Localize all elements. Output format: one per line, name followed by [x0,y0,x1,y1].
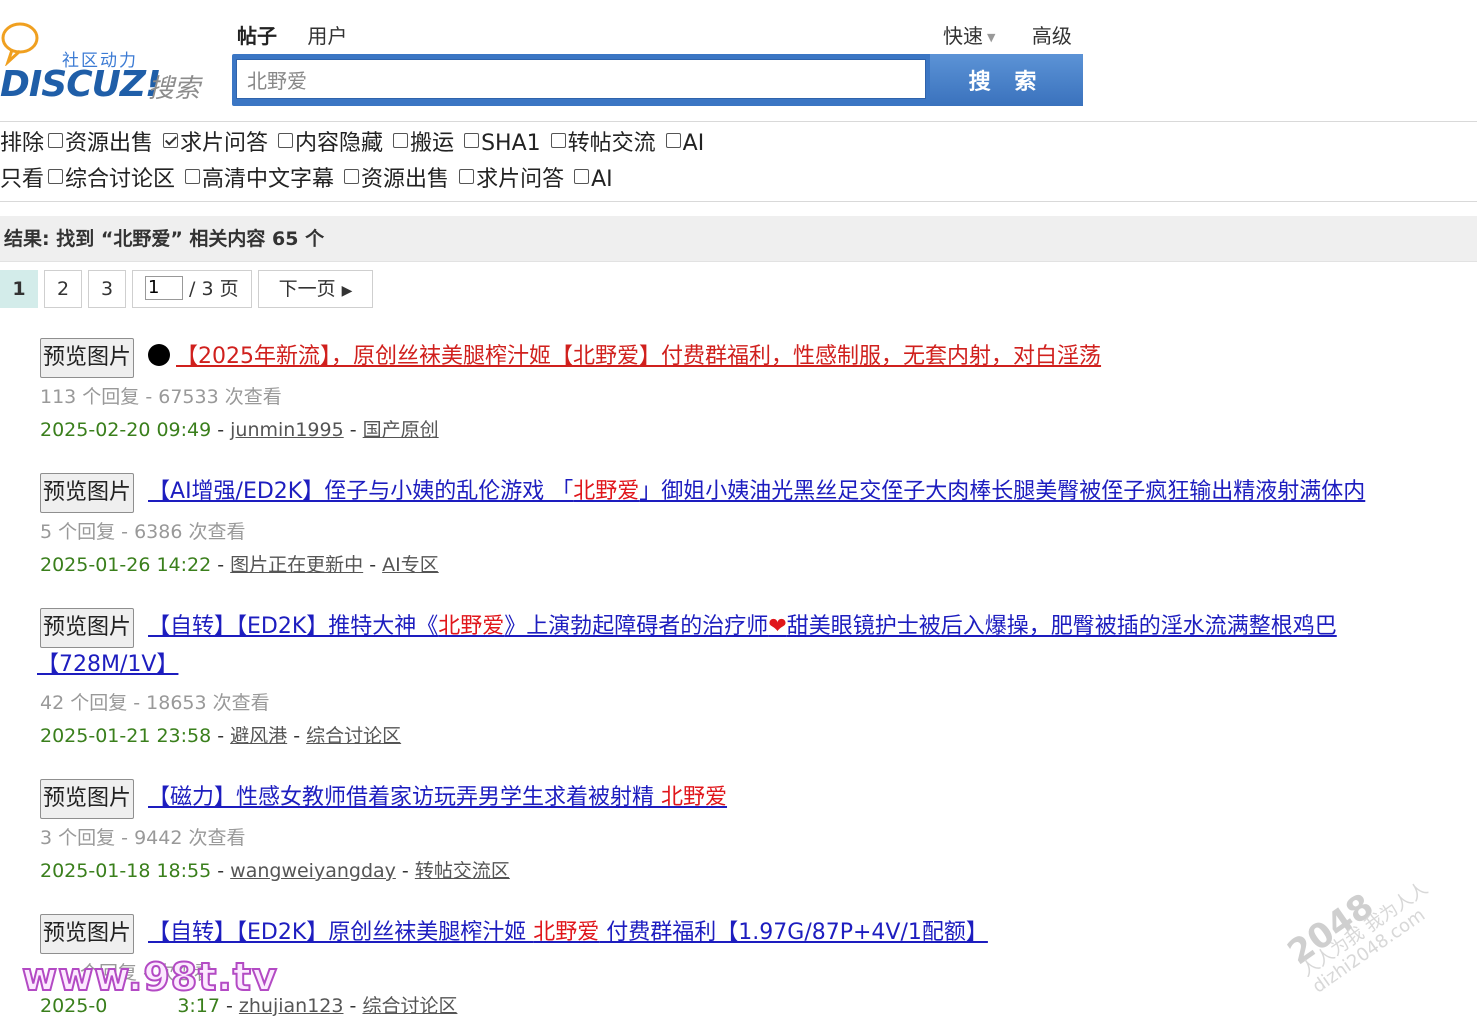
post-meta: 2025-01-21 23:58 - 避风港 - 综合讨论区 [40,725,402,747]
page-2-link[interactable]: 2 [44,270,82,308]
checkbox[interactable] [665,133,681,148]
chevron-down-icon: ▼ [987,31,996,44]
page-total: / 3 页 [189,278,239,300]
exclude-option[interactable]: 资源出售 [48,131,153,156]
logo-search-word: 搜索 [148,74,201,104]
post-date: 2025-01-21 23:58 [40,725,212,747]
result-title-link[interactable]: 【自转】【ED2K】推特大神《北野爱》上演勃起障碍者的治疗师❤甜美眼镜护士被后入… [148,614,1337,639]
only-option[interactable]: AI [574,167,613,192]
next-page-button[interactable]: 下一页 ▶ [258,270,373,308]
post-date: 2025-01-18 18:55 [40,860,212,882]
result-title-link-continued[interactable]: 【728M/1V】 [37,652,178,677]
preview-image-button[interactable]: 预览图片 [40,779,135,819]
only-option[interactable]: 综合讨论区 [48,167,175,192]
checkbox[interactable] [48,133,64,148]
forum-link[interactable]: 转帖交流区 [415,860,510,882]
logo-brand: DISCUZ! [0,64,161,105]
checkbox-checked[interactable] [163,133,179,148]
search-header: 社区动力 DISCUZ! 搜索 帖子 用户 快速 ▼ 高级 搜 索 [0,0,1477,122]
list-item: 预览图片 【2025年新流】，原创丝袜美腿榨汁姬【北野爱】付费群福利，性感制服，无… [40,338,1477,442]
checkbox[interactable] [574,169,590,184]
post-meta: 2025-01-18 18:55 - wangweiyangday - 转帖交流… [40,860,510,882]
author-link[interactable]: 避风港 [230,725,287,747]
search-input[interactable] [236,59,926,99]
list-item: 预览图片 【自转】【ED2K】推特大神《北野爱》上演勃起障碍者的治疗师❤甜美眼镜护… [37,608,1477,748]
only-option[interactable]: 求片问答 [459,167,564,192]
search-type-tabs: 帖子 用户 [237,20,371,49]
list-item: 预览图片 【AI增强/ED2K】侄子与小姨的乱伦游戏 「北野爱」御姐小姨油光黑丝足… [40,473,1477,577]
exclude-label: 排除 [0,131,45,156]
forum-link[interactable]: 国产原创 [363,419,439,441]
search-button[interactable]: 搜 索 [930,54,1083,106]
forum-link[interactable]: 综合讨论区 [362,995,457,1017]
post-date: 2025-02-20 09:49 [40,419,212,441]
forum-link[interactable]: AI专区 [382,554,439,576]
tab-users[interactable]: 用户 [307,20,347,49]
exclude-option[interactable]: 搬运 [393,131,454,156]
exclude-option[interactable]: 内容隐藏 [278,131,383,156]
exclude-option[interactable]: AI [665,131,704,156]
only-option[interactable]: 资源出售 [344,167,449,192]
exclude-filter-row: 排除 资源出售 求片问答 内容隐藏 搬运 SHA1 转帖交流 AI [0,126,1477,162]
author-link[interactable]: 图片正在更新中 [230,554,363,576]
black-dot-icon [148,344,171,366]
reply-view-stats: 42 个回复 - 18653 次查看 [40,692,270,714]
advanced-search-link[interactable]: 高级 [1032,24,1072,48]
result-summary: 结果: 找到 “北野爱” 相关内容 65 个 [0,216,1477,262]
list-item: 预览图片 【磁力】性感女教师借着家访玩弄男学生求着被射精 北野爱 3 个回复 - … [40,779,1477,883]
result-title-link[interactable]: 【磁力】性感女教师借着家访玩弄男学生求着被射精 北野爱 [148,785,727,810]
tab-posts[interactable]: 帖子 [237,20,277,49]
site-watermark: www.98t.tv [21,954,278,1000]
page-jump: / 3 页 [132,270,252,308]
checkbox[interactable] [278,133,294,148]
page-1-current[interactable]: 1 [0,270,38,308]
result-title-link[interactable]: 【AI增强/ED2K】侄子与小姨的乱伦游戏 「北野爱」御姐小姨油光黑丝足交侄子大… [148,479,1365,504]
filter-panel: 排除 资源出售 求片问答 内容隐藏 搬运 SHA1 转帖交流 AI 只看 综合讨论区 高清中文字幕… [0,122,1477,202]
only-label: 只看 [0,167,45,192]
checkbox[interactable] [464,133,480,148]
discuz-logo[interactable]: 社区动力 DISCUZ! 搜索 [0,18,210,108]
checkbox[interactable] [48,169,64,184]
pagination: 1 2 3 / 3 页 下一页▶ [0,270,1477,310]
reply-view-stats: 5 个回复 - 6386 次查看 [40,521,246,543]
post-meta: 2025-01-26 14:22 - 图片正在更新中 - AI专区 [40,554,439,576]
only-option[interactable]: 高清中文字幕 [185,167,334,192]
author-link[interactable]: wangweiyangday [230,860,396,882]
exclude-option[interactable]: 转帖交流 [550,131,656,156]
reply-view-stats: 113 个回复 - 67533 次查看 [40,386,282,408]
post-meta: 2025-02-20 09:49 - junmin1995 - 国产原创 [40,419,439,441]
page-3-link[interactable]: 3 [88,270,126,308]
checkbox[interactable] [550,133,566,148]
checkbox[interactable] [344,169,360,184]
forum-link[interactable]: 综合讨论区 [306,725,401,747]
result-title-link[interactable]: 【自转】【ED2K】原创丝袜美腿榨汁姬 北野爱 付费群福利【1.97G/87P+… [148,920,988,945]
search-mode-links: 快速 ▼ 高级 [943,20,1072,49]
preview-image-button[interactable]: 预览图片 [40,608,135,648]
only-filter-row: 只看 综合讨论区 高清中文字幕 资源出售 求片问答 AI [0,162,1477,198]
preview-image-button[interactable]: 预览图片 [40,914,135,954]
checkbox[interactable] [393,133,409,148]
heart-icon: ❤ [768,614,787,639]
triangle-right-icon: ▶ [341,283,353,299]
post-date: 2025-01-26 14:22 [40,554,212,576]
page-jump-input[interactable] [145,275,183,300]
author-link[interactable]: junmin1995 [230,419,344,441]
preview-image-button[interactable]: 预览图片 [40,338,135,378]
exclude-option[interactable]: 求片问答 [163,131,268,156]
preview-image-button[interactable]: 预览图片 [40,473,135,513]
search-bar: 搜 索 [232,54,1083,106]
result-title-link[interactable]: 【2025年新流】，原创丝袜美腿榨汁姬【北野爱】付费群福利，性感制服，无套内射，… [176,344,1101,369]
checkbox[interactable] [185,169,201,184]
checkbox[interactable] [459,169,475,184]
speech-bubble-icon [1,22,39,66]
exclude-option[interactable]: SHA1 [464,131,541,156]
quick-search-dropdown[interactable]: 快速 [943,24,983,48]
reply-view-stats: 3 个回复 - 9442 次查看 [40,827,246,849]
